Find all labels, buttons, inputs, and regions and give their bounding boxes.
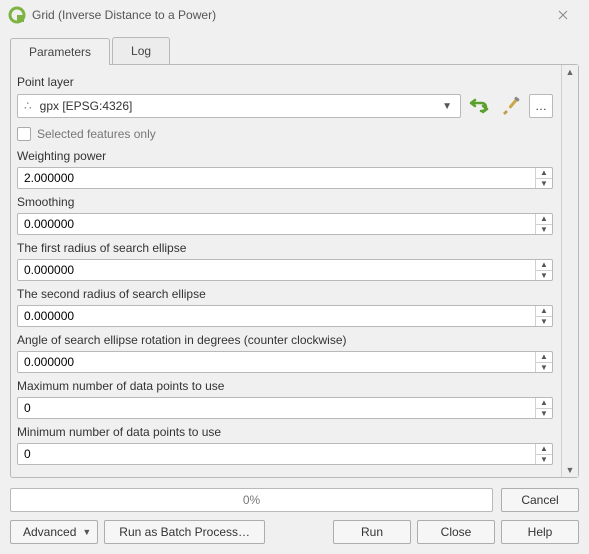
- progress-row: 0% Cancel: [10, 488, 579, 512]
- spin-up-icon[interactable]: ▲: [536, 306, 552, 317]
- spin-box[interactable]: ▲▼: [17, 397, 553, 419]
- progress-bar: 0%: [10, 488, 493, 512]
- spin-up-icon[interactable]: ▲: [536, 260, 552, 271]
- spin-box[interactable]: ▲▼: [17, 351, 553, 373]
- spin-box[interactable]: ▲▼: [17, 167, 553, 189]
- point-layer-combo[interactable]: ∴ gpx [EPSG:4326] ▼: [17, 94, 461, 118]
- spin-buttons: ▲▼: [535, 260, 552, 280]
- field-label: Weighting power: [17, 149, 553, 163]
- spin-input[interactable]: [18, 444, 535, 464]
- window-title: Grid (Inverse Distance to a Power): [32, 8, 545, 22]
- point-layer-group: Point layer ∴ gpx [EPSG:4326] ▼: [17, 75, 553, 119]
- spin-input[interactable]: [18, 306, 535, 326]
- advanced-options-button[interactable]: [497, 93, 525, 119]
- spin-up-icon[interactable]: ▲: [536, 398, 552, 409]
- button-row: Advanced ▼ Run as Batch Process… Run Clo…: [10, 520, 579, 544]
- spin-input[interactable]: [18, 168, 535, 188]
- spin-up-icon[interactable]: ▲: [536, 214, 552, 225]
- spin-up-icon[interactable]: ▲: [536, 168, 552, 179]
- spin-buttons: ▲▼: [535, 306, 552, 326]
- advanced-button-label: Advanced: [23, 525, 76, 539]
- spin-down-icon[interactable]: ▼: [536, 363, 552, 373]
- spin-box[interactable]: ▲▼: [17, 443, 553, 465]
- qgis-icon: [8, 6, 26, 24]
- field-group: The second radius of search ellipse ▲▼: [17, 287, 553, 327]
- field-label: The first radius of search ellipse: [17, 241, 553, 255]
- spin-down-icon[interactable]: ▼: [536, 317, 552, 327]
- point-layer-value: gpx [EPSG:4326]: [40, 99, 438, 113]
- field-group: The first radius of search ellipse ▲▼: [17, 241, 553, 281]
- close-button[interactable]: Close: [417, 520, 495, 544]
- layer-point-icon: ∴: [24, 99, 34, 113]
- point-layer-row: ∴ gpx [EPSG:4326] ▼: [17, 93, 553, 119]
- spin-buttons: ▲▼: [535, 168, 552, 188]
- spin-buttons: ▲▼: [535, 398, 552, 418]
- tab-bar: Parameters Log: [10, 37, 579, 64]
- spin-input[interactable]: [18, 352, 535, 372]
- close-icon[interactable]: [545, 1, 581, 29]
- dialog-window: Grid (Inverse Distance to a Power) Param…: [0, 0, 589, 554]
- field-label: The second radius of search ellipse: [17, 287, 553, 301]
- field-label: Angle of search ellipse rotation in degr…: [17, 333, 553, 347]
- batch-button[interactable]: Run as Batch Process…: [104, 520, 265, 544]
- point-layer-label: Point layer: [17, 75, 553, 89]
- spin-up-icon[interactable]: ▲: [536, 444, 552, 455]
- field-group: Smoothing ▲▼: [17, 195, 553, 235]
- advanced-button[interactable]: Advanced ▼: [10, 520, 98, 544]
- progress-text: 0%: [243, 493, 260, 507]
- spin-box[interactable]: ▲▼: [17, 259, 553, 281]
- title-bar: Grid (Inverse Distance to a Power): [0, 0, 589, 29]
- scroll-down-icon[interactable]: ▼: [566, 465, 575, 475]
- selected-only-label: Selected features only: [37, 127, 156, 141]
- spin-input[interactable]: [18, 260, 535, 280]
- spin-buttons: ▲▼: [535, 444, 552, 464]
- spin-down-icon[interactable]: ▼: [536, 455, 552, 465]
- selected-only-checkbox[interactable]: [17, 127, 31, 141]
- spin-input[interactable]: [18, 398, 535, 418]
- field-label: Smoothing: [17, 195, 553, 209]
- cancel-button[interactable]: Cancel: [501, 488, 579, 512]
- spin-buttons: ▲▼: [535, 352, 552, 372]
- run-button[interactable]: Run: [333, 520, 411, 544]
- spin-down-icon[interactable]: ▼: [536, 225, 552, 235]
- iterate-button[interactable]: [465, 93, 493, 119]
- scroll-up-icon[interactable]: ▲: [566, 67, 575, 77]
- tab-panel-parameters: Point layer ∴ gpx [EPSG:4326] ▼: [10, 64, 579, 478]
- spin-down-icon[interactable]: ▼: [536, 179, 552, 189]
- field-label: Minimum number of data points to use: [17, 425, 553, 439]
- ellipsis-icon: …: [535, 99, 547, 113]
- browse-button[interactable]: …: [529, 94, 553, 118]
- caret-down-icon: ▼: [82, 527, 91, 537]
- selected-only-row[interactable]: Selected features only: [17, 127, 553, 141]
- field-group: Minimum number of data points to use ▲▼: [17, 425, 553, 465]
- spin-box[interactable]: ▲▼: [17, 213, 553, 235]
- spin-box[interactable]: ▲▼: [17, 305, 553, 327]
- field-group: Maximum number of data points to use ▲▼: [17, 379, 553, 419]
- help-button[interactable]: Help: [501, 520, 579, 544]
- tab-parameters[interactable]: Parameters: [10, 38, 110, 65]
- spin-up-icon[interactable]: ▲: [536, 352, 552, 363]
- parameters-scroll-area: Point layer ∴ gpx [EPSG:4326] ▼: [11, 65, 561, 477]
- chevron-down-icon: ▼: [442, 101, 452, 112]
- spin-down-icon[interactable]: ▼: [536, 271, 552, 281]
- content-area: Parameters Log Point layer ∴ gpx [EPSG:4…: [0, 29, 589, 482]
- spin-buttons: ▲▼: [535, 214, 552, 234]
- vertical-scrollbar[interactable]: ▲ ▼: [561, 65, 578, 477]
- spin-input[interactable]: [18, 214, 535, 234]
- field-label: Maximum number of data points to use: [17, 379, 553, 393]
- spin-down-icon[interactable]: ▼: [536, 409, 552, 419]
- tab-log[interactable]: Log: [112, 37, 170, 64]
- field-group: Weighting power ▲▼: [17, 149, 553, 189]
- dialog-footer: 0% Cancel Advanced ▼ Run as Batch Proces…: [0, 482, 589, 554]
- field-group: Angle of search ellipse rotation in degr…: [17, 333, 553, 373]
